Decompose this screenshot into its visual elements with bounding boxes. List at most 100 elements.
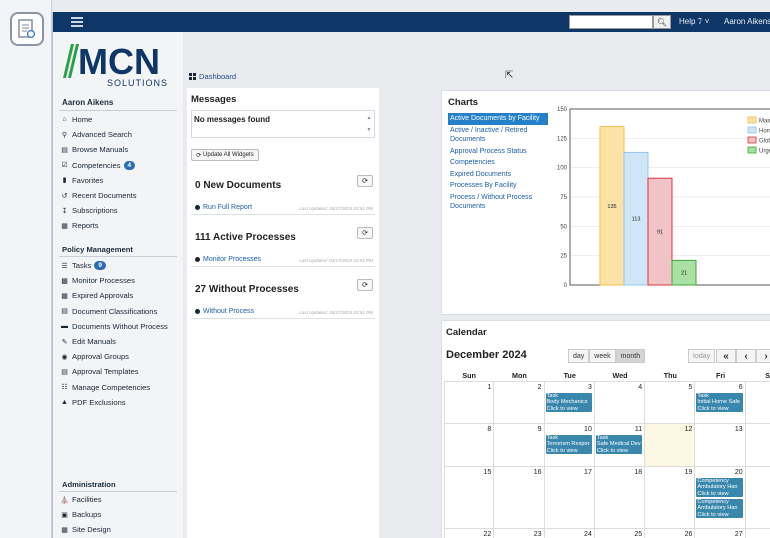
- calendar-day-cell[interactable]: 10 Task Terrorism Respor Click to view: [545, 424, 595, 466]
- sidebar-item-approval-groups[interactable]: ◉ Approval Groups: [60, 349, 168, 364]
- calendar-day-cell[interactable]: 22: [444, 529, 495, 538]
- calendar-week-row: 22 23 24 25 26 2728: [444, 529, 770, 538]
- widget-refresh-button[interactable]: ⟳: [357, 175, 373, 187]
- calendar-day-cell[interactable]: 12: [645, 424, 696, 466]
- chart-menu-item[interactable]: Expired Documents: [448, 169, 548, 181]
- calendar-event[interactable]: Task Safe Medical Dev Click to view: [595, 435, 643, 454]
- day-number: 23: [533, 531, 542, 538]
- calendar-day-cell[interactable]: 1: [444, 382, 495, 423]
- calendar-day-cell[interactable]: 19: [645, 467, 696, 528]
- sidebar-item-facilities[interactable]: ⛪ Facilities: [60, 492, 124, 507]
- sidebar-item-monitor-processes[interactable]: ▩ Monitor Processes: [60, 273, 168, 288]
- sidebar-item-label: Approval Templates: [72, 367, 139, 377]
- sidebar-item-reports[interactable]: ▦ Reports: [60, 218, 137, 233]
- today-button[interactable]: today: [688, 349, 716, 363]
- update-all-widgets-button[interactable]: ⟳ Update All Widgets: [191, 149, 259, 161]
- chart-menu-item[interactable]: Active / Inactive / Retired Documents: [448, 125, 548, 146]
- sidebar-item-label: Site Design: [72, 525, 111, 535]
- chart-menu-item[interactable]: Competencies: [448, 157, 548, 169]
- chart-menu-item[interactable]: Approval Process Status: [448, 146, 548, 158]
- document-app-icon[interactable]: [10, 12, 44, 46]
- sidebar-item-edit-manuals[interactable]: ✎ Edit Manuals: [60, 334, 168, 349]
- calendar-day-cell[interactable]: 16: [494, 467, 545, 528]
- calendar-day-cell[interactable]: 21: [746, 467, 770, 528]
- sidebar-item-backups[interactable]: ▣ Backups: [60, 507, 124, 522]
- calendar-day-cell[interactable]: 23: [494, 529, 545, 538]
- view-month-button[interactable]: month: [615, 349, 646, 363]
- calendar-day-cell[interactable]: 15: [444, 467, 495, 528]
- sidebar-item-label: Browse Manuals: [72, 145, 129, 155]
- event-line: Click to view: [596, 447, 628, 454]
- view-day-button[interactable]: day: [568, 349, 590, 363]
- widget-refresh-button[interactable]: ⟳: [357, 279, 373, 291]
- messages-title: Messages: [191, 94, 237, 105]
- calendar-day-cell[interactable]: 24: [545, 529, 595, 538]
- sidebar-item-label: Recent Documents: [72, 191, 137, 201]
- calendar-event[interactable]: Task Terrorism Respor Click to view: [545, 435, 592, 454]
- calendar-day-cell[interactable]: 3 Task Body Mechanics Click to view: [545, 382, 595, 423]
- widget-link[interactable]: Run Full Report: [195, 204, 252, 211]
- calendar-day-cell[interactable]: 18: [595, 467, 646, 528]
- calendar-day-cell[interactable]: 5: [645, 382, 696, 423]
- sidebar-item-label: Advanced Search: [72, 130, 132, 140]
- help-menu[interactable]: Help ❔︎ ˅: [679, 17, 709, 27]
- calendar-day-cell[interactable]: 4: [595, 382, 646, 423]
- breadcrumb[interactable]: Dashboard: [189, 72, 236, 81]
- sidebar-item-documents-without-process[interactable]: ▬ Documents Without Process: [60, 319, 168, 334]
- sidebar-item-manage-competencies[interactable]: ☷ Manage Competencies: [60, 380, 168, 395]
- chart-menu-item[interactable]: Process / Without Process Documents: [448, 192, 548, 213]
- calendar-day-cell[interactable]: 6 Task Initial Home Safe Click to view: [695, 382, 746, 423]
- design-icon: ▦: [61, 526, 68, 534]
- y-tick-label: 150: [557, 107, 568, 113]
- hamburger-menu-icon[interactable]: [71, 17, 83, 27]
- chart-menu-item[interactable]: Processes By Facility: [448, 180, 548, 192]
- widget-link[interactable]: Monitor Processes: [195, 256, 261, 263]
- weekday-header-row: Sun Mon Tue Wed Thu Fri Sat: [444, 371, 770, 382]
- calendar-day-cell[interactable]: 28: [746, 529, 770, 538]
- calendar-day-cell[interactable]: 7: [746, 382, 770, 423]
- calendar-event[interactable]: Task Body Mechanics Click to view: [545, 393, 592, 412]
- sidebar-item-competencies[interactable]: ☑ Competencies 4: [60, 158, 137, 173]
- chart-menu-item[interactable]: Active Documents by Facility: [448, 113, 548, 125]
- divider: [191, 318, 375, 319]
- sidebar-item-approval-templates[interactable]: ▤ Approval Templates: [60, 364, 168, 379]
- prev-month-button[interactable]: ‹: [736, 349, 756, 363]
- widget-link[interactable]: Without Process: [195, 308, 254, 315]
- sidebar-item-expired-approvals[interactable]: ▦ Expired Approvals: [60, 288, 168, 303]
- calendar-day-cell[interactable]: 27: [695, 529, 746, 538]
- calendar-day-cell[interactable]: 17: [545, 467, 595, 528]
- prev-year-button[interactable]: «: [716, 349, 736, 363]
- view-week-button[interactable]: week: [589, 349, 616, 363]
- sidebar-item-document-classifications[interactable]: ▤ Document Classifications: [60, 304, 168, 319]
- calendar-event[interactable]: Competency Ambulatory Han Click to view: [696, 478, 743, 497]
- calendar-day-cell[interactable]: 13: [695, 424, 746, 466]
- sidebar-item-favorites[interactable]: ▮ Favorites: [60, 173, 137, 188]
- calendar-day-cell[interactable]: 20 Competency Ambulatory Han Click to view C…: [695, 467, 746, 528]
- calendar-x-icon: ▦: [61, 292, 68, 300]
- sidebar-item-browse-manuals[interactable]: ▤ Browse Manuals: [60, 142, 137, 157]
- sidebar-item-pdf-exclusions[interactable]: ▲ PDF Exclusions: [60, 395, 168, 410]
- calendar-event[interactable]: Competency Ambulatory Han Click to view: [696, 499, 743, 518]
- messages-scrollbar[interactable]: ▲ ▼: [365, 112, 373, 138]
- calendar-day-cell[interactable]: 9: [494, 424, 545, 466]
- calendar-day-cell[interactable]: 8: [444, 424, 495, 466]
- sidebar-item-subscriptions[interactable]: ↧ Subscriptions: [60, 203, 137, 218]
- calendar-day-cell[interactable]: 14: [746, 424, 770, 466]
- sidebar-item-advanced-search[interactable]: ⚲ Advanced Search: [60, 127, 137, 142]
- search-input[interactable]: [569, 15, 653, 29]
- sidebar-item-home[interactable]: ⌂ Home: [60, 112, 137, 127]
- widget-refresh-button[interactable]: ⟳: [357, 227, 373, 239]
- calendar-day-cell[interactable]: 25: [595, 529, 646, 538]
- calendar-day-cell[interactable]: 26: [645, 529, 696, 538]
- sidebar-item-site-design[interactable]: ▦ Site Design: [60, 522, 124, 537]
- user-menu[interactable]: Aaron Aikens: [724, 17, 770, 26]
- next-month-button[interactable]: ›: [756, 349, 770, 363]
- sidebar-item-recent-documents[interactable]: ↺ Recent Documents: [60, 188, 137, 203]
- sidebar-item-tasks[interactable]: ☰ Tasks 9: [60, 258, 168, 273]
- charts-panel: Charts Active Documents by Facility Activ…: [441, 90, 770, 315]
- calendar-event[interactable]: Task Initial Home Safe Click to view: [696, 393, 743, 412]
- widget-title: 27 Without Processes: [195, 284, 299, 295]
- calendar-day-cell[interactable]: 11 Task Safe Medical Dev Click to view: [595, 424, 646, 466]
- calendar-day-cell[interactable]: 2: [494, 382, 545, 423]
- search-button[interactable]: 🔍︎: [653, 15, 671, 29]
